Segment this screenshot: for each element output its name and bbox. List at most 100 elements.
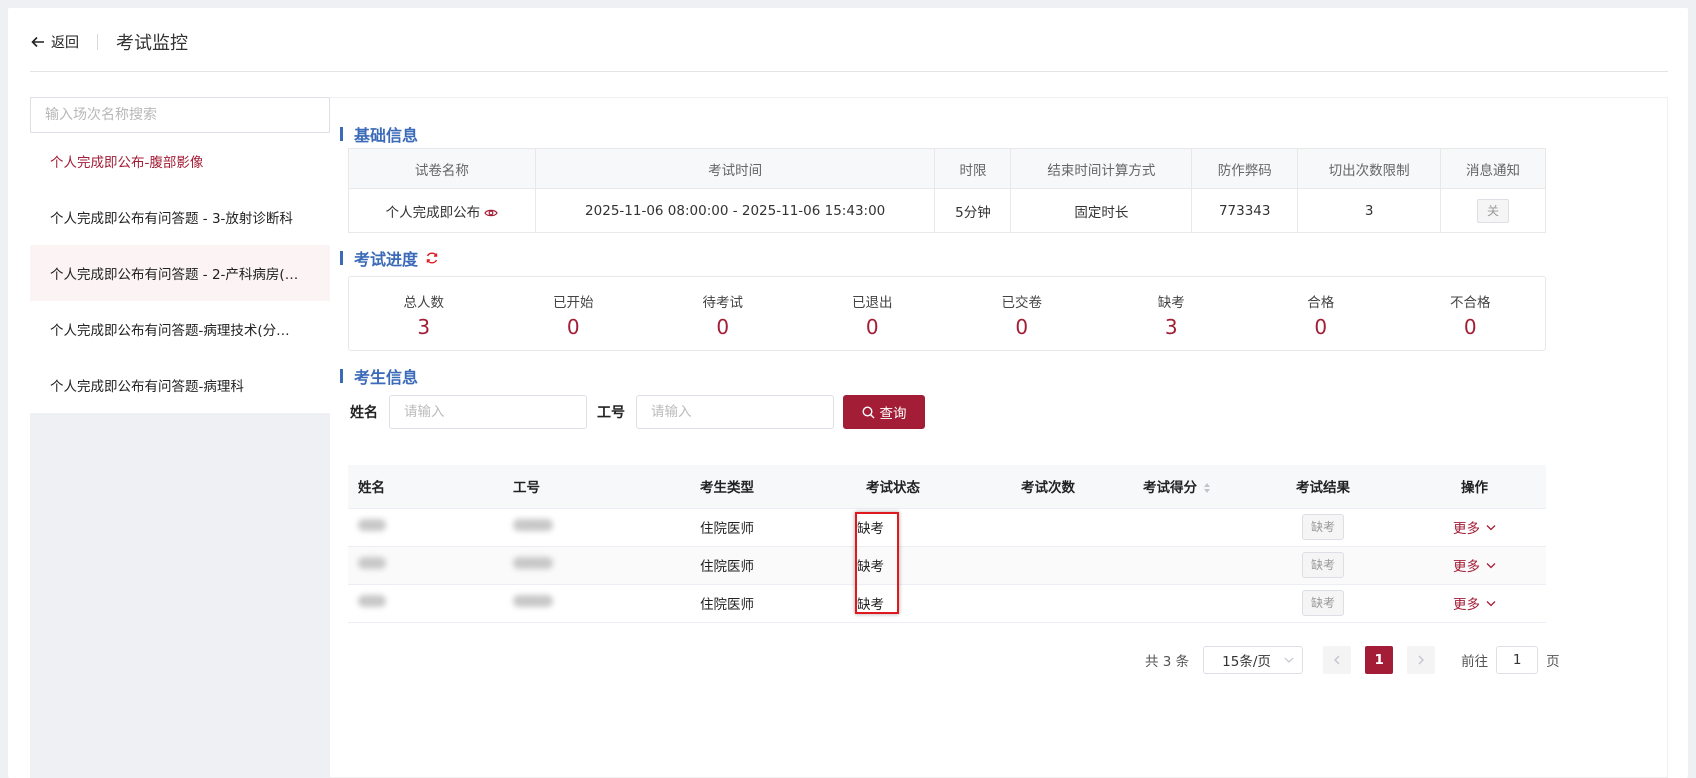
- stat-label: 合格: [1307, 295, 1335, 311]
- table-row: 住院医师 缺考 缺考 更多: [348, 546, 1546, 585]
- result-button[interactable]: 缺考: [1302, 514, 1344, 540]
- status-cell: 缺考: [823, 584, 983, 623]
- session-item-label: 个人完成即公布有问答题-病理技术(分…: [50, 323, 290, 339]
- header-divider: [30, 71, 1668, 72]
- search-icon: [861, 405, 874, 418]
- session-search-input[interactable]: [30, 97, 330, 133]
- column-header: 试卷名称: [348, 148, 536, 189]
- total-count: 共 3 条: [1145, 654, 1190, 670]
- session-item[interactable]: 个人完成即公布-腹部影像: [30, 133, 330, 189]
- switch-limit: 3: [1297, 188, 1442, 233]
- stat-absent: 缺考 3: [1097, 277, 1247, 350]
- type-cell: 住院医师: [673, 546, 823, 585]
- back-button[interactable]: 返回: [30, 32, 79, 52]
- more-dropdown[interactable]: 更多: [1453, 555, 1496, 575]
- stat-value: 0: [1314, 315, 1328, 339]
- query-button[interactable]: 查询: [843, 395, 925, 429]
- pagination: 共 3 条 15条/页 1 前往 页: [1145, 646, 1560, 674]
- stat-value: 0: [716, 315, 730, 339]
- session-item[interactable]: 个人完成即公布有问答题 - 3-放射诊断科: [30, 189, 330, 245]
- exam-time: 2025-11-06 08:00:00 - 2025-11-06 15:43:0…: [534, 188, 936, 233]
- attempts-cell: [983, 584, 1103, 623]
- session-list: 个人完成即公布-腹部影像 个人完成即公布有问答题 - 3-放射诊断科 个人完成即…: [30, 133, 330, 413]
- time-limit: 5分钟: [934, 188, 1012, 233]
- section-bar: [340, 251, 343, 265]
- divider: [97, 34, 98, 50]
- stat-passed: 合格 0: [1246, 277, 1396, 350]
- chevron-right-icon: [1418, 655, 1425, 665]
- basic-info-title: 基础信息: [340, 122, 418, 146]
- stat-value: 0: [566, 315, 580, 339]
- result-cell: 缺考: [1243, 546, 1403, 585]
- column-header: 切出次数限制: [1297, 148, 1442, 189]
- section-title-text: 考生信息: [354, 368, 419, 387]
- column-header: 考试时间: [534, 148, 936, 189]
- candidates-table: 姓名 工号 考生类型 考试状态 考试次数 考试得分 考试结果 操作 住院医师 缺…: [348, 465, 1546, 623]
- employee-id-input[interactable]: [636, 395, 834, 429]
- stat-started: 已开始 0: [499, 277, 649, 350]
- more-dropdown[interactable]: 更多: [1453, 593, 1496, 613]
- score-cell: [1103, 508, 1243, 547]
- redacted-id: [513, 519, 553, 531]
- name-input[interactable]: [389, 395, 587, 429]
- id-cell: [503, 546, 673, 585]
- refresh-icon[interactable]: [425, 251, 439, 265]
- status-cell: 缺考: [823, 546, 983, 585]
- type-cell: 住院医师: [673, 584, 823, 623]
- result-button[interactable]: 缺考: [1302, 590, 1344, 616]
- session-item[interactable]: 个人完成即公布有问答题-病理技术(分…: [30, 301, 330, 357]
- column-header: 时限: [934, 148, 1012, 189]
- session-item[interactable]: 个人完成即公布有问答题 - 2-产科病房(轮): [30, 245, 330, 301]
- stat-value: 0: [1463, 315, 1477, 339]
- result-cell: 缺考: [1243, 508, 1403, 547]
- section-title-text: 基础信息: [354, 126, 419, 145]
- attempts-cell: [983, 546, 1103, 585]
- eye-icon[interactable]: [484, 208, 498, 218]
- redacted-name: [358, 595, 386, 607]
- column-header: 消息通知: [1440, 148, 1546, 189]
- candidates-title: 考生信息: [340, 364, 418, 388]
- anticheat-code: 773343: [1191, 188, 1299, 233]
- prev-page-button[interactable]: [1323, 646, 1352, 674]
- page-title: 考试监控: [116, 33, 188, 54]
- stat-total: 总人数 3: [349, 277, 499, 350]
- page-size-select[interactable]: 15条/页: [1203, 646, 1304, 674]
- section-bar: [340, 369, 343, 383]
- type-cell: 住院医师: [673, 508, 823, 547]
- more-label: 更多: [1453, 521, 1480, 537]
- name-cell: [348, 584, 503, 623]
- notify-toggle[interactable]: 关: [1477, 198, 1510, 223]
- redacted-id: [513, 595, 553, 607]
- table-row: 住院医师 缺考 缺考 更多: [348, 584, 1546, 623]
- more-dropdown[interactable]: 更多: [1453, 517, 1496, 537]
- stat-label: 不合格: [1450, 295, 1491, 311]
- stat-label: 已退出: [852, 295, 893, 311]
- stat-label: 待考试: [702, 295, 744, 311]
- chevron-down-icon: [1486, 600, 1496, 606]
- session-item-label: 个人完成即公布有问答题-病理科: [50, 379, 244, 395]
- stat-exited: 已退出 0: [798, 277, 948, 350]
- goto-page: 前往 页: [1461, 646, 1560, 674]
- page-card: 返回 考试监控 个人完成即公布-腹部影像 个人完成即公布有问答题 - 3-放射诊…: [8, 8, 1688, 778]
- notify-cell: 关: [1440, 188, 1546, 233]
- status-cell: 缺考: [823, 508, 983, 547]
- column-header: 考生类型: [673, 465, 823, 509]
- name-cell: [348, 546, 503, 585]
- paper-name-cell: 个人完成即公布: [348, 188, 536, 233]
- score-cell: [1103, 546, 1243, 585]
- stat-failed: 不合格 0: [1396, 277, 1546, 350]
- page-number[interactable]: 1: [1365, 646, 1394, 674]
- goto-page-input[interactable]: [1496, 646, 1539, 674]
- session-item[interactable]: 个人完成即公布有问答题-病理科: [30, 357, 330, 413]
- next-page-button[interactable]: [1407, 646, 1436, 674]
- column-header: 考试次数: [983, 465, 1103, 509]
- back-label: 返回: [51, 35, 79, 51]
- redacted-id: [513, 557, 553, 569]
- sort-icon[interactable]: [1203, 482, 1211, 494]
- score-header-cell: 考试得分: [1103, 465, 1243, 509]
- action-cell: 更多: [1403, 546, 1546, 585]
- section-title-text: 考试进度: [354, 250, 419, 269]
- result-button[interactable]: 缺考: [1302, 552, 1344, 578]
- stat-label: 总人数: [403, 295, 445, 311]
- stat-submitted: 已交卷 0: [947, 277, 1097, 350]
